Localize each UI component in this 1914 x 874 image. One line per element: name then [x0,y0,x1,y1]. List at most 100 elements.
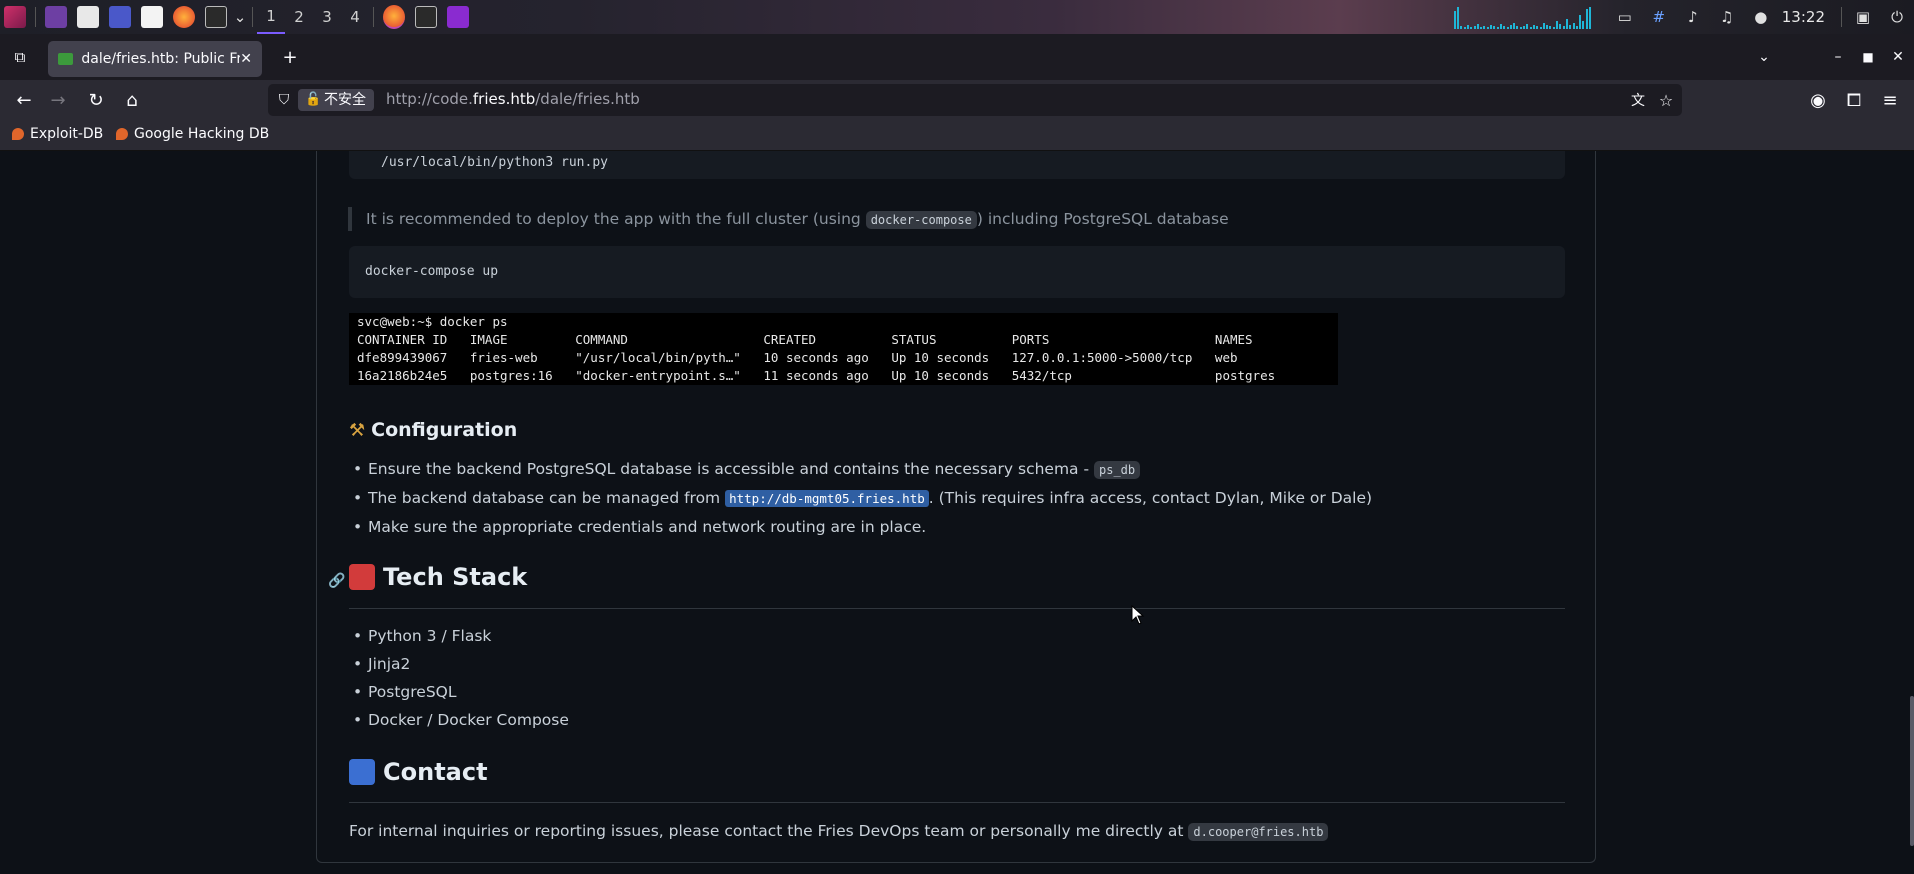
cpu-bar [1536,26,1539,29]
navigation-bar: ← → ↻ ⌂ ⛉ 🔓 不安全 http://code.fries.htb/da… [0,80,1914,120]
page-content: /usr/local/bin/python3 run.py It is reco… [0,151,1914,874]
terminal-line: 16a2186b24e5 postgres:16 "docker-entrypo… [357,368,1276,383]
display-icon[interactable]: ▭ [1616,8,1634,26]
screenshot-icon[interactable] [109,6,131,28]
tab-bar: ⧉ dale/fries.htb: Public Fries ✕ + ⌄ – ■… [0,34,1914,80]
cpu-bar [1486,27,1489,29]
contact-email: d.cooper@fries.htb [1188,823,1329,841]
terminal-line: CONTAINER ID IMAGE COMMAND CREATED STATU… [357,332,1253,347]
list-item: Docker / Docker Compose [353,711,569,729]
cpu-bar [1457,7,1460,29]
cpu-bar [1473,26,1476,29]
compose-code-block: docker-compose up [349,246,1565,298]
bookmark-exploit-db[interactable]: Exploit-DB [12,126,103,142]
url-bar[interactable]: ⛉ 🔓 不安全 http://code.fries.htb/dale/fries… [268,84,1682,116]
tab-title: dale/fries.htb: Public Fries [81,51,241,67]
folder-window-icon[interactable] [447,6,469,28]
cpu-bar [1513,23,1516,29]
forward-icon[interactable]: → [46,88,70,112]
extensions-icon[interactable]: ⧠ [1842,88,1866,112]
file-manager-icon[interactable] [77,6,99,28]
workspace-4[interactable]: 4 [341,0,369,34]
chevron-down-icon[interactable]: ⌄ [234,8,247,26]
cpu-bar [1585,9,1588,29]
workspace-1[interactable]: 1 [257,0,285,34]
cpu-bar [1526,24,1529,29]
firefox-launcher-icon[interactable] [173,6,195,28]
divider [35,7,36,27]
terminal-icon[interactable] [205,6,227,28]
lock-icon[interactable]: ▣ [1854,8,1872,26]
db-mgmt-link[interactable]: http://db-mgmt05.fries.htb [725,490,929,507]
favicon-icon [58,53,74,65]
blockquote: It is recommended to deploy the app with… [348,207,1229,231]
workspace-3[interactable]: 3 [313,0,341,34]
bookmark-star-icon[interactable]: ☆ [1654,88,1678,112]
logout-icon[interactable]: ⏻ [1888,8,1906,26]
cpu-bar [1529,27,1532,29]
cpu-bar [1470,27,1473,29]
text-editor-icon[interactable] [141,6,163,28]
insecure-lock-icon: 🔓 [305,92,322,107]
terminal-line: dfe899439067 fries-web "/usr/local/bin/p… [357,350,1238,365]
workspace-2[interactable]: 2 [285,0,313,34]
cpu-graph [1453,5,1594,29]
cpu-bar [1572,23,1575,29]
terminal-window-icon[interactable] [415,6,437,28]
account-icon[interactable]: ◉ [1806,88,1830,112]
back-icon[interactable]: ← [12,88,36,112]
tab-active[interactable]: dale/fries.htb: Public Fries ✕ [48,41,262,77]
insecure-badge[interactable]: 🔓 不安全 [298,89,374,111]
cpu-bar [1493,26,1496,29]
cpu-bar [1556,21,1559,29]
network-icon[interactable]: # [1650,8,1668,26]
minimize-icon[interactable]: – [1826,45,1850,69]
maximize-icon[interactable]: ■ [1856,45,1880,69]
cpu-bar [1569,25,1572,29]
bookmark-google-hacking-db[interactable]: Google Hacking DB [116,126,269,142]
volume-icon[interactable]: ♪ [1684,8,1702,26]
cpu-bar [1559,24,1562,29]
cpu-bar [1562,26,1565,29]
close-tab-icon[interactable]: ✕ [240,51,252,67]
firefox-window-icon[interactable] [383,5,405,29]
cpu-bar [1476,24,1479,29]
url-text[interactable]: http://code.fries.htb/dale/fries.htb [386,90,640,108]
new-tab-icon[interactable]: + [278,45,302,69]
bell-icon[interactable]: ♫ [1718,8,1736,26]
kali-menu-icon[interactable] [4,6,26,28]
power-icon[interactable]: ● [1752,8,1770,26]
list-item: The backend database can be managed from… [353,489,1372,507]
tech-stack-heading: Tech Stack [349,563,527,591]
divider [1841,7,1842,27]
cpu-bar [1516,26,1519,29]
cpu-bar [1490,25,1493,29]
flame-icon [12,128,24,140]
cpu-bar [1506,27,1509,29]
cpu-bar [1463,27,1466,29]
home-icon[interactable]: ⌂ [120,88,144,112]
cpu-bar [1565,19,1568,29]
run-code-block: /usr/local/bin/python3 run.py [349,151,1565,179]
list-item: Python 3 / Flask [353,627,491,645]
cpu-bar [1480,27,1483,29]
cpu-bar [1496,27,1499,29]
cpu-bar [1579,15,1582,29]
terminal-launcher-icon[interactable] [45,6,67,28]
translate-icon[interactable]: 文 [1626,88,1650,112]
anchor-link-icon[interactable]: 🔗 [325,569,349,593]
shield-icon[interactable]: ⛉ [272,88,296,112]
close-window-icon[interactable]: ✕ [1886,45,1910,69]
inline-code: docker-compose [865,211,977,229]
scrollbar[interactable] [1910,696,1914,846]
menu-icon[interactable]: ≡ [1878,88,1902,112]
tab-overview-icon[interactable]: ⧉ [8,45,32,69]
divider [252,7,253,27]
divider [373,7,374,27]
cpu-bar [1503,26,1506,29]
reload-icon[interactable]: ↻ [84,88,108,112]
list-tabs-icon[interactable]: ⌄ [1752,45,1776,69]
mailbox-icon [349,759,375,785]
cpu-bar [1549,26,1552,29]
cpu-bar [1466,25,1469,29]
